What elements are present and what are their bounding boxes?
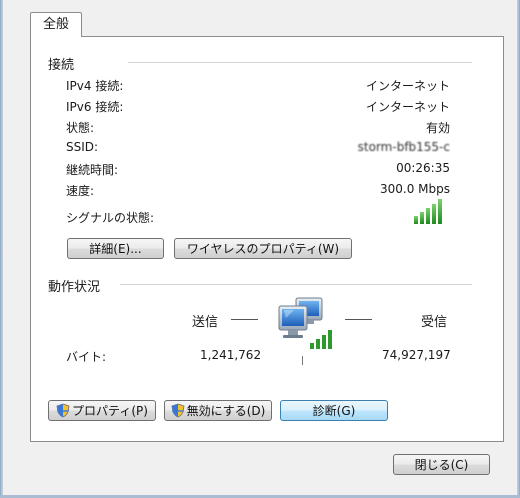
sent-dash xyxy=(231,319,258,320)
disable-button[interactable]: 無効にする(D) xyxy=(164,400,272,421)
received-dash xyxy=(345,319,372,320)
activity-tick xyxy=(302,356,303,365)
close-button[interactable]: 閉じる(C) xyxy=(393,454,490,475)
ssid-label: SSID: xyxy=(66,140,99,154)
ipv4-label: IPv4 接続: xyxy=(66,79,124,93)
status-value: 有効 xyxy=(425,121,450,135)
sent-label: 送信 xyxy=(192,315,219,330)
ssid-value: storm-bfb155-c xyxy=(357,140,450,154)
signal-strength-icon xyxy=(414,198,446,224)
uac-shield-icon xyxy=(56,403,70,418)
network-computers-icon xyxy=(278,297,332,349)
bytes-sent-value: 1,241,762 xyxy=(200,348,262,362)
speed-label: 速度: xyxy=(66,184,95,198)
status-label: 状態: xyxy=(66,121,95,135)
signal-quality-label: シグナルの状態: xyxy=(66,211,155,225)
details-button[interactable]: 詳細(E)... xyxy=(67,238,164,259)
activity-section-title: 動作状況 xyxy=(48,280,101,295)
properties-button-label: プロパティ(P) xyxy=(72,404,148,418)
disable-button-label: 無効にする(D) xyxy=(186,404,266,418)
wireless-properties-button[interactable]: ワイヤレスのプロパティ(W) xyxy=(174,238,352,259)
ipv6-value: インターネット xyxy=(365,100,450,114)
connection-section-title: 接続 xyxy=(48,58,75,73)
properties-button[interactable]: プロパティ(P) xyxy=(48,400,156,421)
speed-value: 300.0 Mbps xyxy=(379,182,450,196)
duration-label: 継続時間: xyxy=(66,163,119,177)
duration-value: 00:26:35 xyxy=(396,161,450,175)
bytes-label: バイト: xyxy=(66,350,107,364)
ipv6-label: IPv6 接続: xyxy=(66,100,124,114)
ipv4-value: インターネット xyxy=(365,79,450,93)
activity-divider xyxy=(120,284,472,285)
received-label: 受信 xyxy=(421,315,448,330)
connection-divider xyxy=(128,62,472,63)
bytes-received-value: 74,927,197 xyxy=(382,348,451,362)
diagnose-button[interactable]: 診断(G) xyxy=(280,400,388,421)
uac-shield-icon xyxy=(171,403,185,418)
